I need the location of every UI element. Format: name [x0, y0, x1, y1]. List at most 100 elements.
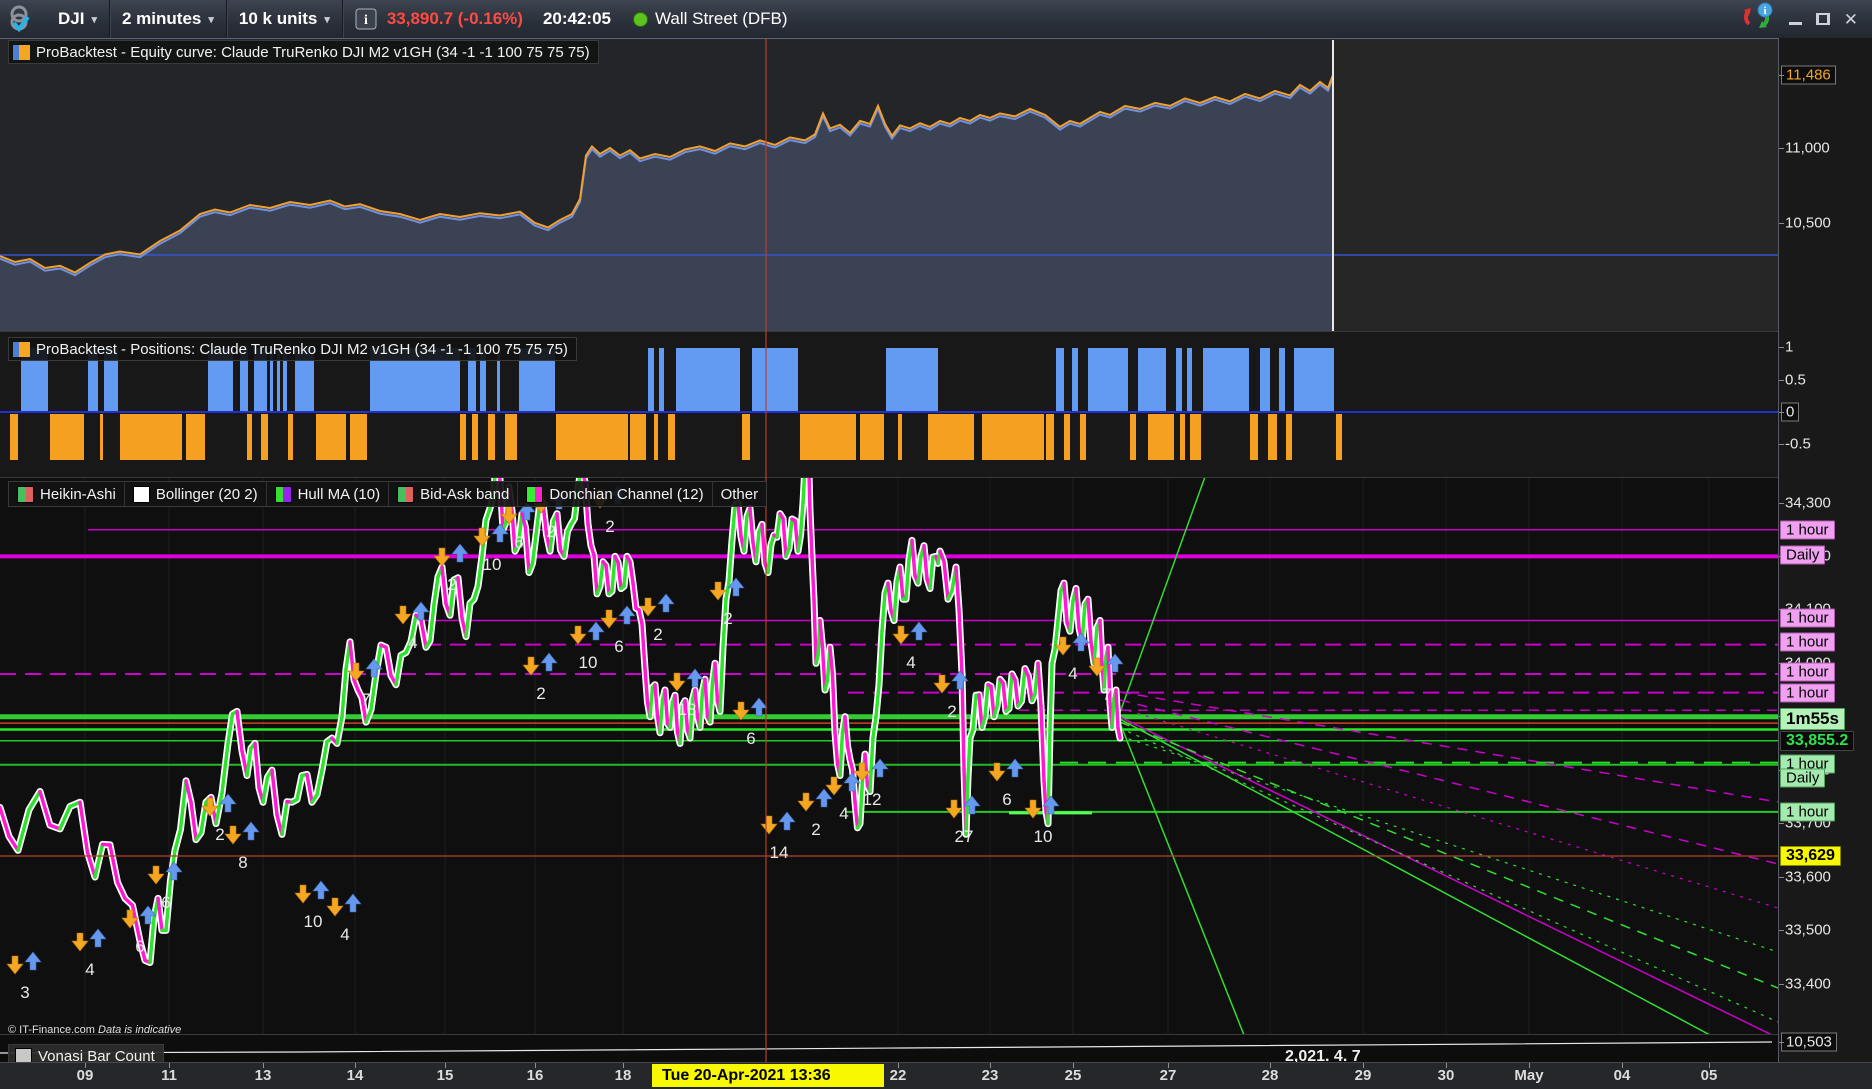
date-axis-tick	[1529, 1063, 1530, 1068]
date-axis-label: 14	[346, 1067, 364, 1084]
svg-text:2: 2	[723, 609, 732, 628]
copyright-note: © IT-Finance.com Data is indicative	[8, 1024, 182, 1036]
axis-tick	[1779, 412, 1784, 413]
svg-text:12: 12	[863, 790, 882, 809]
legend-label: Hull MA (10)	[297, 485, 381, 503]
svg-text:i: i	[1763, 5, 1766, 17]
date-axis-label: 16	[526, 1067, 544, 1084]
date-axis-tick	[898, 1063, 899, 1068]
svg-text:10: 10	[579, 653, 598, 672]
date-axis-label: 27	[1159, 1067, 1177, 1084]
trading-app-window: DJI ▾ 2 minutes ▾ 10 k units ▾ i 33,890.7 (…	[0, 0, 1872, 1089]
date-axis-tick	[85, 1063, 86, 1068]
probacktest-icon	[13, 44, 30, 60]
axis-tick	[1779, 75, 1784, 76]
svg-text:2: 2	[215, 825, 224, 844]
svg-text:6: 6	[161, 893, 170, 912]
equity-axis-value: 11,000	[1785, 139, 1830, 157]
svg-text:2: 2	[605, 517, 614, 536]
price-axis[interactable]: 11,48611,00010,50010.50-0.534,30034,2003…	[1778, 38, 1872, 1089]
svg-text:2: 2	[947, 702, 956, 721]
svg-text:10: 10	[1034, 827, 1053, 846]
market-open-dot	[633, 11, 648, 27]
last-price: 33,890.7 (-0.16%)	[386, 9, 523, 28]
date-axis-tick	[169, 1063, 170, 1068]
chevron-down-icon: ▾	[324, 13, 330, 26]
svg-text:6: 6	[135, 937, 144, 956]
positions-axis-value: 1	[1785, 338, 1794, 356]
equity-panel-title[interactable]: ProBacktest - Equity curve: Claude TruRe…	[8, 40, 599, 64]
level-badge: 1 hour	[1780, 662, 1835, 682]
svg-text:18: 18	[678, 700, 697, 719]
positions-panel-title[interactable]: ProBacktest - Positions: Claude TruRenko…	[8, 337, 577, 361]
axis-tick	[1779, 223, 1784, 224]
date-axis-label: 13	[254, 1067, 272, 1084]
legend-label: Bid-Ask band	[420, 485, 510, 503]
price-chart-plot[interactable]: 3466281047421062 221062182614241242276104…	[0, 478, 1778, 1035]
svg-text:2: 2	[811, 820, 820, 839]
axis-tick	[1779, 347, 1784, 348]
date-axis[interactable]: 09 11 13 14 15 16 18 22 23 25 27 28 29 30 May 04 05 Tue 2…	[0, 1062, 1872, 1089]
units-dropdown[interactable]: 10 k units ▾	[227, 0, 342, 38]
level-badge: 1 hour	[1780, 683, 1835, 703]
svg-text:4: 4	[340, 925, 349, 944]
svg-text:2: 2	[447, 575, 456, 594]
date-axis-label: 25	[1064, 1067, 1082, 1084]
close-button[interactable]: ✕	[1844, 11, 1858, 28]
legend-item-4[interactable]: Donchian Channel (12)	[518, 482, 713, 506]
axis-tick	[1779, 444, 1784, 445]
timeframe-dropdown[interactable]: 2 minutes ▾	[110, 0, 226, 38]
date-axis-label: 05	[1700, 1067, 1718, 1084]
indicator-chip-icon	[132, 485, 150, 503]
date-axis-tick	[445, 1063, 446, 1068]
svg-text:8: 8	[238, 853, 247, 872]
date-axis-tick	[1709, 1063, 1710, 1068]
refresh-info-icon[interactable]: i	[1741, 2, 1775, 37]
date-axis-tick	[1622, 1063, 1623, 1068]
price-axis-value: 33,500	[1785, 921, 1831, 939]
date-axis-label: 09	[76, 1067, 94, 1084]
date-axis-label: 23	[981, 1067, 999, 1084]
legend-item-5[interactable]: Other	[713, 482, 767, 506]
legend-label: Bollinger (20 2)	[155, 485, 258, 503]
legend-item-3[interactable]: Bid-Ask band	[389, 482, 519, 506]
svg-text:10: 10	[483, 555, 502, 574]
clock: 20:42:05	[542, 9, 611, 28]
svg-text:6: 6	[1002, 790, 1011, 809]
crosshair-date-badge: Tue 20-Apr-2021 13:36	[652, 1064, 884, 1087]
indicator-chip-icon	[526, 485, 544, 503]
svg-text:4: 4	[1068, 664, 1077, 683]
minimize-button[interactable]	[1788, 11, 1802, 28]
axis-tick	[1779, 877, 1784, 878]
date-axis-tick	[263, 1063, 264, 1068]
legend-item-1[interactable]: Bollinger (20 2)	[125, 482, 267, 506]
axis-tick	[1779, 1042, 1784, 1043]
date-axis-label: 18	[614, 1067, 632, 1084]
date-axis-label: 30	[1437, 1067, 1455, 1084]
equity-axis-value: 10,500	[1785, 214, 1831, 232]
info-icon[interactable]: i	[343, 0, 383, 38]
link-chart-icon[interactable]	[0, 0, 46, 38]
equity-curve-plot[interactable]	[0, 38, 1778, 332]
axis-tick	[1779, 823, 1784, 824]
date-axis-tick	[623, 1063, 624, 1068]
svg-text:2: 2	[536, 684, 545, 703]
svg-text:4: 4	[85, 960, 94, 979]
probacktest-icon	[13, 341, 30, 357]
restore-button[interactable]	[1815, 11, 1830, 28]
instrument-dropdown[interactable]: DJI ▾	[46, 0, 109, 38]
date-axis-tick	[1363, 1063, 1364, 1068]
legend-item-0[interactable]: Heikin-Ashi	[9, 482, 125, 506]
legend-label: Other	[720, 485, 759, 503]
svg-text:6: 6	[514, 533, 523, 552]
svg-text:4: 4	[839, 804, 848, 823]
svg-text:14: 14	[770, 843, 789, 862]
vonasi-plot[interactable]	[0, 1035, 1778, 1062]
level-badge: 1 hour	[1780, 802, 1835, 822]
axis-tick	[1779, 148, 1784, 149]
legend-item-2[interactable]: Hull MA (10)	[267, 482, 390, 506]
level-badge: 1 hour	[1780, 608, 1835, 628]
svg-text:27: 27	[955, 827, 974, 846]
date-axis-label: 04	[1613, 1067, 1631, 1084]
date-axis-tick	[355, 1063, 356, 1068]
